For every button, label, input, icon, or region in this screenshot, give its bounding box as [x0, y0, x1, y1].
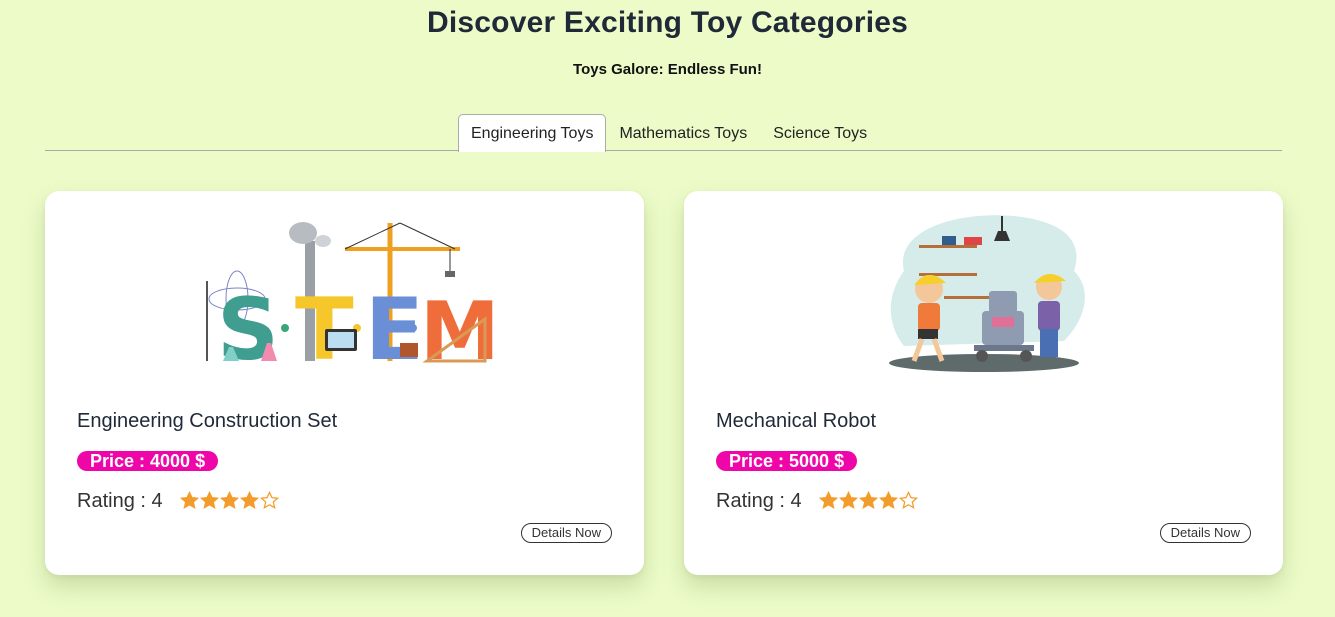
details-now-button[interactable]: Details Now [520, 523, 612, 543]
tab-science-toys[interactable]: Science Toys [760, 114, 880, 151]
kids-building-robot-illustration [834, 211, 1134, 376]
star-empty-icon [899, 491, 918, 509]
page-subtitle: Toys Galore: Endless Fun! [573, 61, 762, 78]
rating-stars [180, 491, 279, 510]
product-card: S T E M Engineering Construction Set Pri… [45, 191, 644, 575]
star-filled-icon [220, 491, 239, 509]
star-filled-icon [839, 491, 858, 509]
svg-text:T: T [295, 280, 354, 376]
rating-label: Rating : 4 [716, 490, 802, 512]
tab-engineering-toys[interactable]: Engineering Toys [458, 114, 607, 152]
star-empty-icon [260, 491, 279, 509]
page-title: Discover Exciting Toy Categories [427, 6, 908, 39]
details-now-button[interactable]: Details Now [1159, 523, 1251, 543]
stem-letters-illustration: S T E M [195, 211, 500, 380]
star-filled-icon [240, 491, 259, 509]
product-card: Mechanical Robot Price : 5000 $ Rating :… [684, 191, 1283, 575]
product-name: Mechanical Robot [716, 410, 877, 432]
star-filled-icon [180, 491, 199, 509]
price-badge: Price : 4000 $ [77, 451, 219, 471]
category-tab-bar: Engineering Toys Mathematics Toys Scienc… [45, 114, 1282, 152]
svg-text:S: S [217, 280, 279, 376]
star-filled-icon [819, 491, 838, 509]
page: Discover Exciting Toy Categories Toys Ga… [0, 0, 1335, 617]
product-name: Engineering Construction Set [77, 410, 338, 432]
star-filled-icon [200, 491, 219, 509]
rating-label: Rating : 4 [77, 490, 163, 512]
rating-stars [819, 491, 918, 510]
category-tabs: Engineering Toys Mathematics Toys Scienc… [458, 114, 880, 152]
price-badge: Price : 5000 $ [716, 451, 858, 471]
tab-mathematics-toys[interactable]: Mathematics Toys [606, 114, 760, 151]
star-filled-icon [879, 491, 898, 509]
star-filled-icon [859, 491, 878, 509]
